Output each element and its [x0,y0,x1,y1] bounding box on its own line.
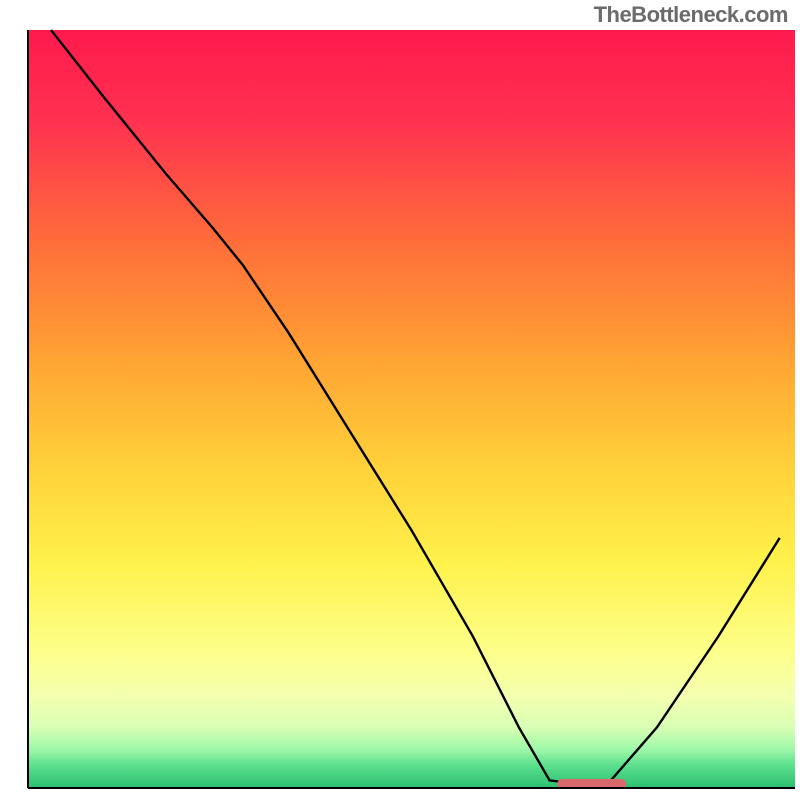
bottleneck-chart [0,0,800,800]
plot-area [28,30,795,789]
chart-container: { "watermark": "TheBottleneck.com", "cha… [0,0,800,800]
watermark-text: TheBottleneck.com [594,2,788,28]
